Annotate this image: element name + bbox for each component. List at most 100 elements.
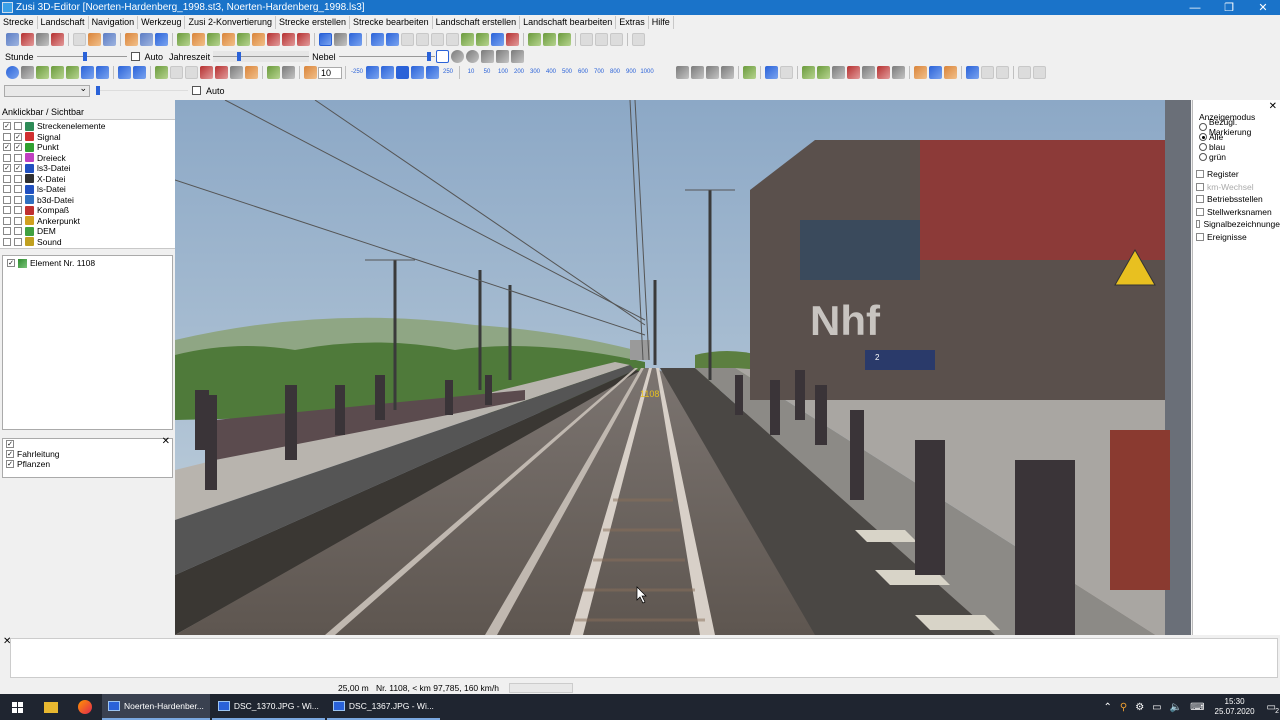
- sub-item-0[interactable]: ✓: [3, 439, 172, 449]
- tree-4-icon[interactable]: [81, 66, 94, 79]
- step-icon[interactable]: [282, 66, 295, 79]
- layer-row[interactable]: Dreieck: [0, 153, 175, 164]
- layer-clickable-checkbox[interactable]: [3, 153, 11, 162]
- scissors-icon[interactable]: [721, 66, 734, 79]
- option-checkbox[interactable]: [1196, 220, 1201, 229]
- step-800[interactable]: 800: [608, 66, 622, 79]
- step-200[interactable]: 200: [512, 66, 526, 79]
- fog-3-icon[interactable]: [480, 50, 494, 63]
- nav-10-icon[interactable]: [506, 33, 519, 46]
- layer-visible-checkbox[interactable]: [14, 206, 22, 215]
- globe-icon[interactable]: [6, 66, 19, 79]
- maximize-button[interactable]: ❐: [1212, 1, 1246, 14]
- obj-2-icon[interactable]: [996, 66, 1009, 79]
- signal-gray-icon[interactable]: [780, 66, 793, 79]
- edit-6-icon[interactable]: [610, 33, 623, 46]
- layer-visible-checkbox[interactable]: [14, 227, 22, 236]
- menu-zusi2-konvertierung[interactable]: Zusi 2-Konvertierung: [185, 16, 276, 29]
- display-option[interactable]: Ereignisse: [1193, 231, 1280, 244]
- save-file-icon[interactable]: [103, 33, 116, 46]
- step-100[interactable]: 100: [496, 66, 510, 79]
- layer-visible-checkbox[interactable]: [14, 122, 22, 131]
- file-explorer-icon[interactable]: [34, 694, 68, 720]
- edit-5-icon[interactable]: [595, 33, 608, 46]
- radio-button[interactable]: [1199, 123, 1207, 131]
- layer-visible-checkbox[interactable]: [14, 237, 22, 246]
- layer-visible-checkbox[interactable]: ✓: [14, 143, 22, 152]
- nav-4-icon[interactable]: [416, 33, 429, 46]
- radio-button[interactable]: [1199, 133, 1207, 141]
- person-icon[interactable]: [914, 66, 927, 79]
- minimize-button[interactable]: —: [1178, 2, 1212, 14]
- fast-forward-icon[interactable]: [426, 66, 439, 79]
- menu-werkzeug[interactable]: Werkzeug: [138, 16, 186, 29]
- nav-6-icon[interactable]: [446, 33, 459, 46]
- firefox-icon[interactable]: [68, 694, 102, 720]
- layer-clickable-checkbox[interactable]: ✓: [3, 143, 11, 152]
- export-icon[interactable]: [155, 33, 168, 46]
- tree-7-icon[interactable]: [133, 66, 146, 79]
- layer-clickable-checkbox[interactable]: ✓: [3, 164, 11, 173]
- auto-checkbox-2[interactable]: [192, 86, 201, 95]
- layer-clickable-checkbox[interactable]: [3, 237, 11, 246]
- auto-checkbox[interactable]: [130, 52, 140, 61]
- camera-icon[interactable]: [676, 66, 689, 79]
- layer-clickable-checkbox[interactable]: ✓: [3, 122, 11, 131]
- layer-clickable-checkbox[interactable]: [3, 227, 11, 236]
- 3d-viewport[interactable]: Nhf 2 1108: [175, 100, 1191, 635]
- route-props-icon[interactable]: [51, 33, 64, 46]
- menu-navigation[interactable]: Navigation: [89, 16, 139, 29]
- layer-row[interactable]: Kompaß: [0, 205, 175, 216]
- open-folder-icon[interactable]: [125, 33, 138, 46]
- radio-button[interactable]: [1199, 143, 1207, 151]
- layer-row[interactable]: ✓ ✓ ls3-Datei: [0, 163, 175, 174]
- sub-item-fahrleitung[interactable]: ✓ Fahrleitung: [3, 449, 172, 459]
- tree-3-icon[interactable]: [66, 66, 79, 79]
- wall-icon[interactable]: [832, 66, 845, 79]
- new-route-icon[interactable]: [6, 33, 19, 46]
- taskbar-app-button[interactable]: DSC_1367.JPG - Wi...: [326, 694, 440, 720]
- display-option[interactable]: Stellwerksnamen: [1193, 206, 1280, 219]
- stop-icon[interactable]: [396, 66, 409, 79]
- sub-item-pflanzen[interactable]: ✓ Pflanzen: [3, 459, 172, 469]
- menu-landschaft-bearbeiten[interactable]: Landschaft bearbeiten: [520, 16, 617, 29]
- nav-3-icon[interactable]: [401, 33, 414, 46]
- step-plus-250[interactable]: 250: [441, 66, 455, 79]
- step-spinbox[interactable]: 10: [318, 66, 342, 79]
- texture-icon[interactable]: [966, 66, 979, 79]
- taskbar-app-button[interactable]: Noerten-Hardenber...: [102, 694, 210, 720]
- tool-8-icon[interactable]: [282, 33, 295, 46]
- tree-item-checkbox[interactable]: ✓: [7, 259, 15, 267]
- pole-icon[interactable]: [892, 66, 905, 79]
- menu-landschaft-erstellen[interactable]: Landschaft erstellen: [433, 16, 521, 29]
- light-1-icon[interactable]: [495, 50, 509, 63]
- menu-strecke-bearbeiten[interactable]: Strecke bearbeiten: [350, 16, 433, 29]
- move-icon[interactable]: [155, 66, 168, 79]
- obj-3-icon[interactable]: [1018, 66, 1031, 79]
- layer-row[interactable]: DEM: [0, 226, 175, 237]
- magnifier-icon[interactable]: [21, 66, 34, 79]
- layer-visible-checkbox[interactable]: [14, 195, 22, 204]
- tree-item-element[interactable]: ✓ Element Nr. 1108: [3, 256, 172, 270]
- fast-back-icon[interactable]: [366, 66, 379, 79]
- fahrleitung-checkbox[interactable]: ✓: [6, 450, 14, 458]
- menu-landschaft[interactable]: Landschaft: [38, 16, 89, 29]
- forward-icon[interactable]: [411, 66, 424, 79]
- tool-2-icon[interactable]: [192, 33, 205, 46]
- catenary-icon[interactable]: [877, 66, 890, 79]
- layer-combobox[interactable]: [4, 83, 90, 97]
- layer-visible-checkbox[interactable]: [14, 185, 22, 194]
- option-checkbox[interactable]: [1196, 207, 1204, 216]
- display-mode-radio[interactable]: grün: [1193, 152, 1280, 162]
- edit-4-icon[interactable]: [580, 33, 593, 46]
- fog-2-icon[interactable]: [465, 50, 479, 63]
- step-900[interactable]: 900: [624, 66, 638, 79]
- new-file-icon[interactable]: [73, 33, 86, 46]
- step-10[interactable]: 10: [464, 66, 478, 79]
- tool-7-icon[interactable]: [267, 33, 280, 46]
- layer-visible-checkbox[interactable]: [14, 216, 22, 225]
- layer-clickable-checkbox[interactable]: [3, 206, 11, 215]
- tools-icon[interactable]: [706, 66, 719, 79]
- anchor-icon[interactable]: [170, 66, 183, 79]
- back-icon[interactable]: [381, 66, 394, 79]
